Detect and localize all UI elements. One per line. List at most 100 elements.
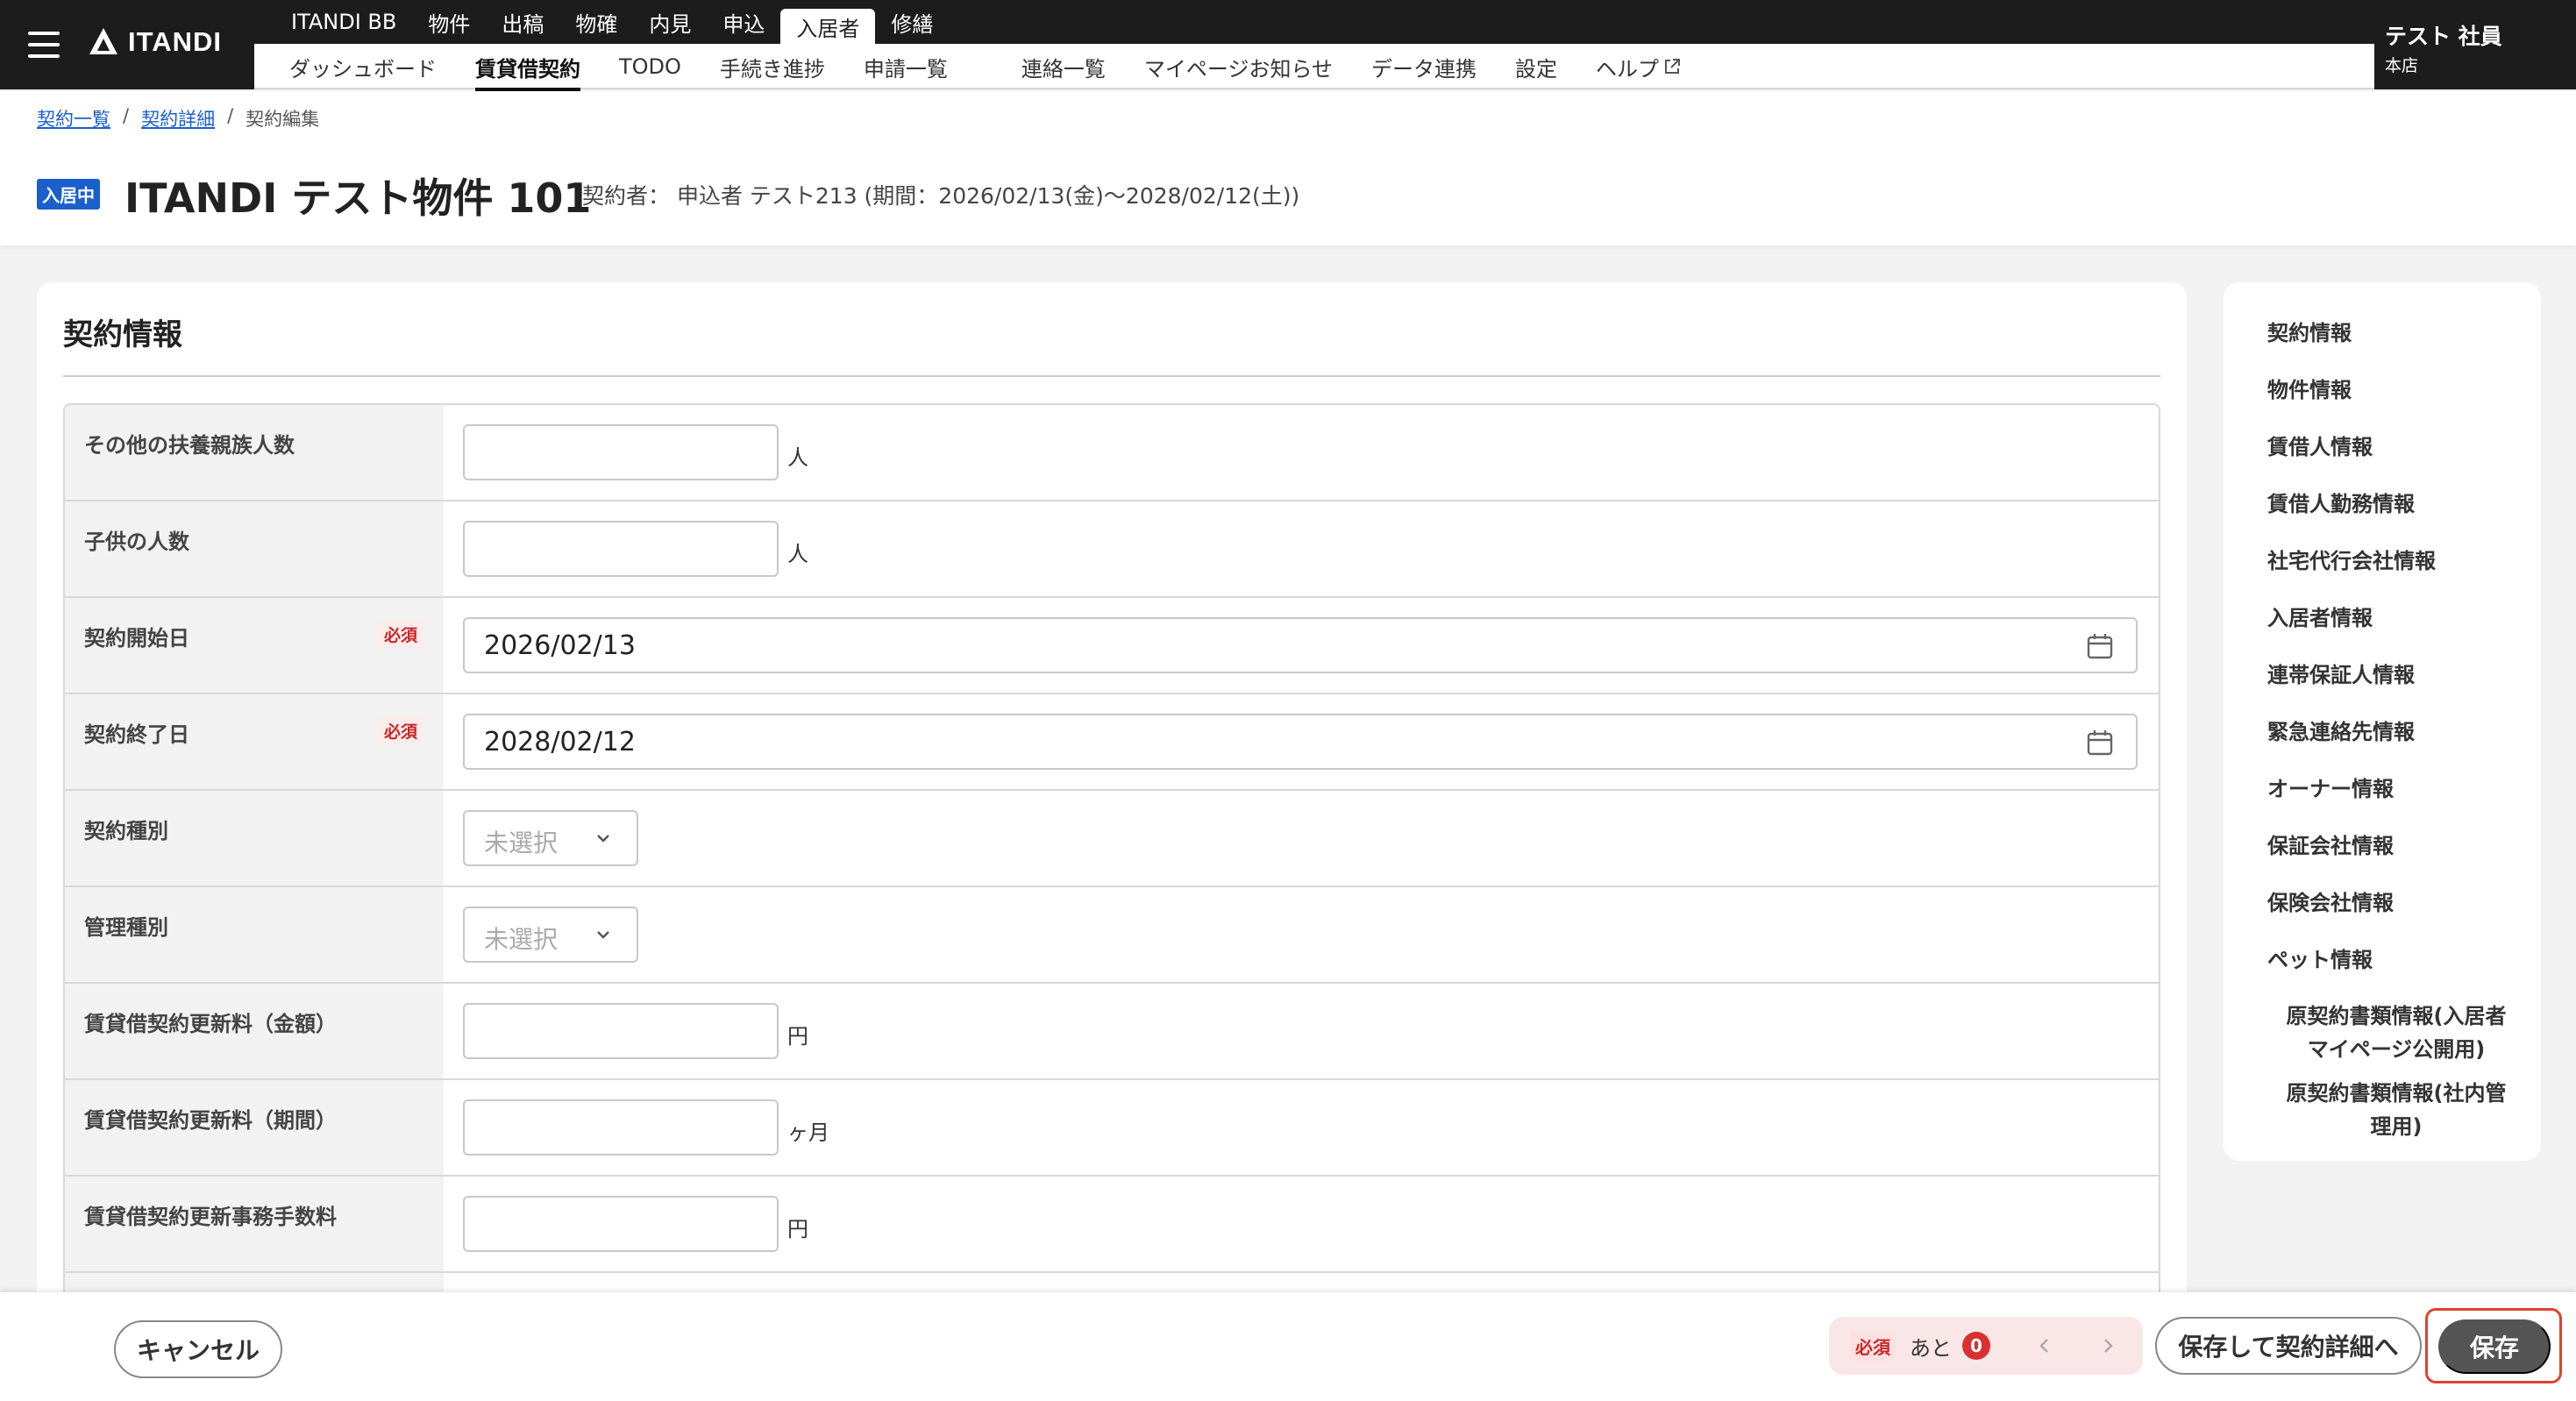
contract-start-date-input[interactable] [463, 617, 2138, 673]
field-value: 未選択 [444, 791, 2159, 885]
renewal-fee-period-input[interactable] [463, 1099, 779, 1156]
save-and-go-detail-button[interactable]: 保存して契約詳細へ [2155, 1317, 2422, 1375]
sidenav-emergency-contact[interactable]: 緊急連絡先情報 [2224, 715, 2541, 772]
field-label: その他の扶養親族人数 [65, 405, 444, 500]
contract-end-date-input[interactable] [463, 714, 2138, 770]
sidenav-resident-info[interactable]: 入居者情報 [2224, 601, 2541, 658]
service-tab-nyukyosha[interactable]: 入居者 [780, 9, 876, 44]
other-dependents-input[interactable] [463, 424, 779, 480]
subnav-lease-contract-label: 賃貸借契約 [475, 52, 580, 91]
subnav-todo[interactable]: TODO [600, 44, 701, 89]
section-side-nav: 契約情報 物件情報 賃借人情報 賃借人勤務情報 社宅代行会社情報 入居者情報 連… [2224, 282, 2541, 1161]
form-row-contract-type: 契約種別 未選択 [65, 791, 2159, 887]
subnav-mypage-notice[interactable]: マイページお知らせ [1125, 44, 1352, 89]
user-branch: 本店 [2385, 56, 2419, 75]
breadcrumb-separator: / [123, 105, 130, 126]
subnav-settings[interactable]: 設定 [1496, 44, 1576, 89]
contract-info-card: 契約情報 その他の扶養親族人数 人 子供の人数 人 契約開始日 必須 2026/… [37, 282, 2187, 1401]
sidenav-tenant-employment[interactable]: 賃借人勤務情報 [2224, 487, 2541, 544]
service-tab-naiken[interactable]: 内見 [633, 0, 707, 44]
form-row-children-count: 子供の人数 人 [65, 501, 2159, 598]
subnav-lease-contract[interactable]: 賃貸借契約 [456, 44, 600, 91]
field-label: 子供の人数 [65, 501, 444, 596]
required-badge: 必須 [376, 621, 424, 648]
required-badge: 必須 [1850, 1331, 1896, 1361]
section-title: 契約情報 [63, 317, 182, 352]
required-field-navigator: 必須 あと 0 [1829, 1317, 2143, 1375]
save-button[interactable]: 保存 [2438, 1319, 2551, 1374]
contract-meta: 契約者： 申込者 テスト213 (期間：2026/02/13(金)〜2028/0… [582, 183, 1300, 209]
sidenav-corporate-housing-agent[interactable]: 社宅代行会社情報 [2224, 544, 2541, 601]
sidenav-joint-guarantor[interactable]: 連帯保証人情報 [2224, 658, 2541, 715]
page-title: ITANDI テスト物件 101 [125, 174, 592, 222]
form-row-contract-end: 契約終了日 必須 [65, 694, 2159, 791]
status-badge: 入居中 [37, 179, 100, 210]
action-footer: キャンセル 必須 あと 0 保存して契約詳細へ 保存 [0, 1292, 2576, 1401]
breadcrumb-separator: / [227, 105, 234, 126]
sidenav-original-docs-public[interactable]: 原契約書類情報(入居者マイページ公開用) [2224, 999, 2541, 1066]
external-link-icon [1664, 59, 1680, 74]
management-type-select[interactable]: 未選択 [463, 907, 638, 963]
field-value [444, 598, 2159, 693]
breadcrumb-current: 契約編集 [246, 109, 320, 130]
renewal-admin-fee-input[interactable] [463, 1196, 779, 1252]
sidenav-owner-info[interactable]: オーナー情報 [2224, 772, 2541, 829]
subnav-dashboard[interactable]: ダッシュボード [270, 44, 456, 89]
global-header: ITANDI ITANDI BB 物件 出稿 物確 内見 申込 入居者 修繕 ダ… [0, 0, 2576, 91]
subnav-help-label: ヘルプ [1595, 56, 1659, 82]
subnav-procedure-progress[interactable]: 手続き進捗 [701, 44, 844, 89]
sidenav-original-docs-internal[interactable]: 原契約書類情報(社内管理用) [2224, 1077, 2541, 1143]
itandi-logo-icon [89, 28, 117, 54]
field-value: ヶ月 [444, 1080, 2159, 1175]
form-row-other-dependents: その他の扶養親族人数 人 [65, 405, 2159, 501]
page-header: 契約一覧 / 契約詳細 / 契約編集 入居中 ITANDI テスト物件 101 … [0, 91, 2576, 245]
field-label: 契約終了日 必須 [65, 694, 444, 789]
required-badge: 必須 [376, 717, 424, 744]
service-tabs: ITANDI BB 物件 出稿 物確 内見 申込 入居者 修繕 [254, 0, 2374, 44]
service-tab-shuzen[interactable]: 修繕 [875, 0, 949, 44]
footer-left-panel [0, 1305, 114, 1401]
unit-label: 人 [787, 542, 808, 566]
itandi-logo[interactable]: ITANDI [88, 26, 222, 58]
logo-text: ITANDI [128, 26, 223, 57]
children-count-input[interactable] [463, 521, 779, 577]
renewal-fee-amount-input[interactable] [463, 1003, 779, 1059]
field-label: 賃貸借契約更新料（金額） [65, 984, 444, 1078]
chevron-left-icon[interactable] [2036, 1335, 2053, 1356]
sidenav-guarantor-company[interactable]: 保証会社情報 [2224, 829, 2541, 885]
field-label: 契約開始日 必須 [65, 598, 444, 693]
breadcrumb-contract-list[interactable]: 契約一覧 [37, 105, 110, 132]
form-row-contract-start: 契約開始日 必須 [65, 598, 2159, 694]
service-tab-bukken[interactable]: 物件 [412, 0, 486, 44]
hamburger-menu-icon[interactable] [28, 32, 60, 58]
user-menu[interactable]: テスト 社員 本店 [2374, 0, 2576, 89]
sidenav-pet-info[interactable]: ペット情報 [2224, 942, 2541, 999]
unit-label: 人 [787, 445, 808, 470]
service-tab-itandi-bb[interactable]: ITANDI BB [275, 0, 412, 44]
sidenav-contract-info[interactable]: 契約情報 [2224, 316, 2541, 373]
form-row-management-type: 管理種別 未選択 [65, 887, 2159, 984]
subnav-data-integration[interactable]: データ連携 [1352, 44, 1496, 89]
field-value [444, 694, 2159, 789]
calendar-icon[interactable] [2085, 728, 2115, 757]
subnav-help[interactable]: ヘルプ [1576, 44, 1701, 89]
contract-form: その他の扶養親族人数 人 子供の人数 人 契約開始日 必須 2026/02/13… [63, 403, 2160, 1369]
contract-type-select[interactable]: 未選択 [463, 810, 638, 866]
chevron-right-icon[interactable] [2099, 1335, 2117, 1356]
service-tab-moushikomi[interactable]: 申込 [707, 0, 780, 44]
sidenav-tenant-info[interactable]: 賃借人情報 [2224, 430, 2541, 487]
unit-label: 円 [787, 1217, 808, 1241]
service-tab-shukko[interactable]: 出稿 [486, 0, 559, 44]
subnav-application-list[interactable]: 申請一覧 [844, 44, 967, 89]
sub-navigation: ダッシュボード 賃貸借契約 TODO 手続き進捗 申請一覧 連絡一覧 マイページ… [254, 44, 2374, 91]
service-tab-bukkaku[interactable]: 物確 [559, 0, 633, 44]
sidenav-property-info[interactable]: 物件情報 [2224, 373, 2541, 430]
form-row-renewal-fee-period: 賃貸借契約更新料（期間） ヶ月 [65, 1080, 2159, 1177]
cancel-button[interactable]: キャンセル [114, 1320, 282, 1378]
calendar-icon[interactable] [2085, 631, 2115, 661]
field-value: 円 [444, 984, 2159, 1078]
sidenav-insurance-company[interactable]: 保険会社情報 [2224, 885, 2541, 942]
subnav-contact-list[interactable]: 連絡一覧 [1002, 44, 1125, 89]
unit-label: 円 [787, 1024, 808, 1049]
breadcrumb-contract-detail[interactable]: 契約詳細 [141, 105, 215, 132]
